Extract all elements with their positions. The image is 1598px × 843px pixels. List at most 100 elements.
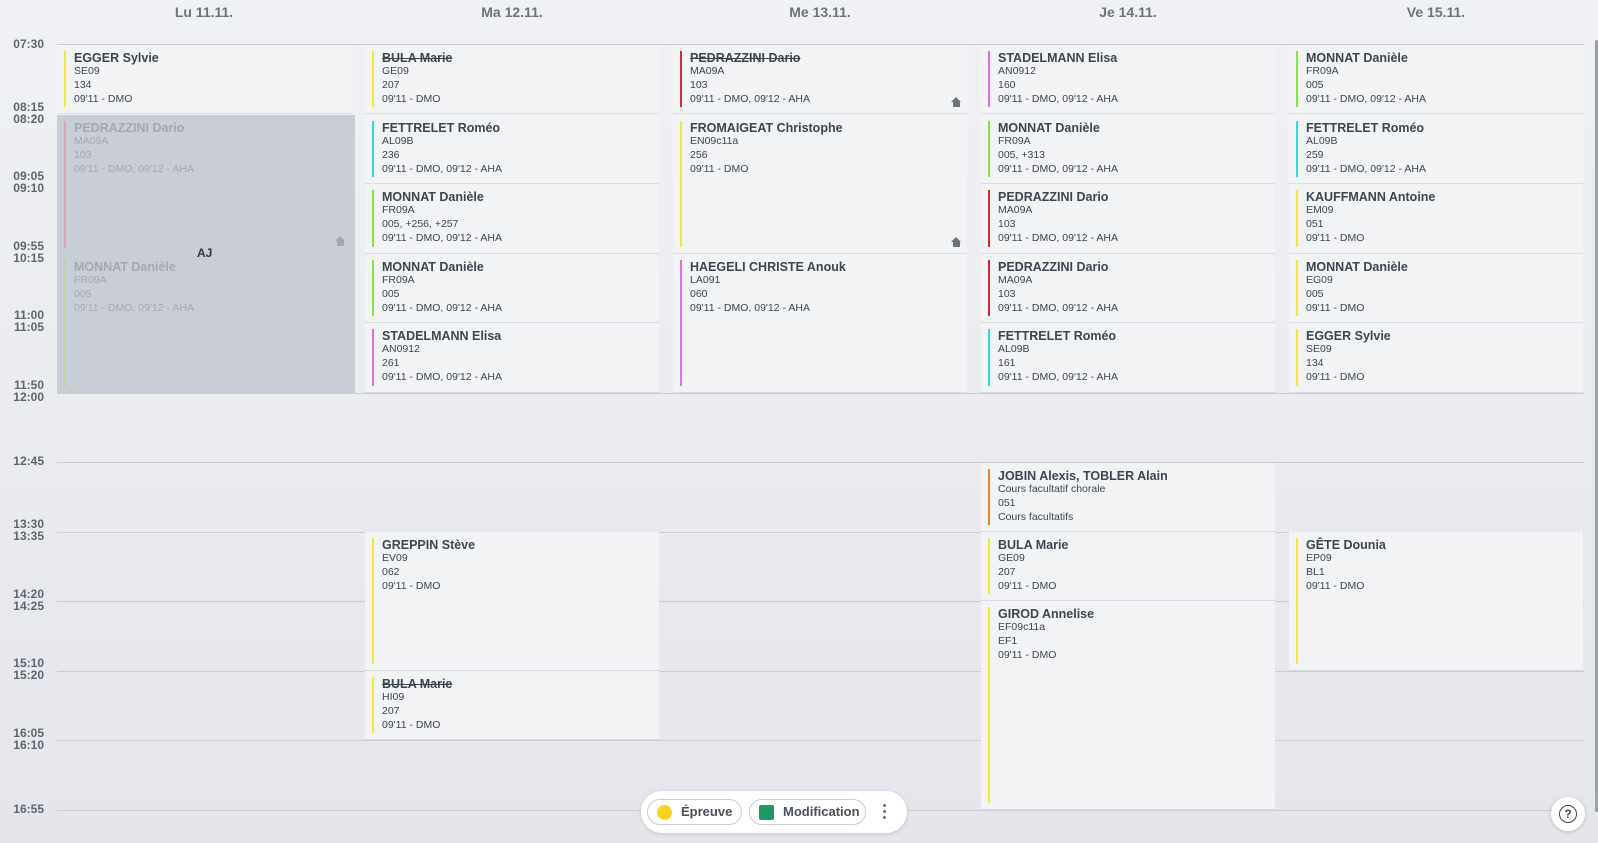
room: 103 xyxy=(998,288,1016,300)
teacher-name: FROMAIGEAT Christophe xyxy=(690,121,843,135)
lesson-color-bar xyxy=(988,329,990,386)
lesson-card[interactable]: MONNAT Danièle FR09A 005 09'11 - DMO, 09… xyxy=(365,254,659,323)
class-code: FR09A xyxy=(1306,65,1339,77)
room: 259 xyxy=(1306,149,1324,161)
lesson-color-bar xyxy=(372,121,374,177)
room: 051 xyxy=(1306,218,1324,230)
teacher-name: PEDRAZZINI Dario xyxy=(690,51,801,65)
lesson-card[interactable]: GIROD Annelise EF09c11a EF1 09'11 - DMO xyxy=(981,601,1275,810)
lesson-card[interactable]: KAUFFMANN Antoine EM09 051 09'11 - DMO xyxy=(1289,184,1583,254)
room: EF1 xyxy=(998,635,1018,647)
class-code: EP09 xyxy=(1306,552,1332,564)
lesson-info: 09'11 - DMO, 09'12 - AHA xyxy=(690,93,810,105)
class-code: AN0912 xyxy=(998,65,1036,77)
day-header-thu: Je 14.11. xyxy=(1099,4,1157,20)
teacher-name: STADELMANN Elisa xyxy=(998,51,1118,65)
lesson-card[interactable]: FETTRELET Roméo AL09B 161 09'11 - DMO, 0… xyxy=(981,323,1275,393)
class-code: EN09c11a xyxy=(690,135,739,147)
room: 207 xyxy=(382,705,400,717)
lesson-card[interactable]: BULA Marie GE09 207 09'11 - DMO xyxy=(981,532,1275,601)
lesson-color-bar xyxy=(988,51,990,107)
class-code: EV09 xyxy=(382,552,408,564)
lesson-card[interactable]: FROMAIGEAT Christophe EN09c11a 256 09'11… xyxy=(673,115,967,254)
lesson-info: 09'11 - DMO xyxy=(690,163,749,175)
room: 051 xyxy=(998,497,1016,509)
teacher-name: PEDRAZZINI Dario xyxy=(998,190,1109,204)
room: 005, +256, +257 xyxy=(382,218,459,230)
class-code: LA091 xyxy=(690,274,721,286)
room: 103 xyxy=(998,218,1016,230)
teacher-name: KAUFFMANN Antoine xyxy=(1306,190,1436,204)
lesson-info: 09'11 - DMO xyxy=(1306,580,1365,592)
lesson-card[interactable]: BULA Marie HI09 207 09'11 - DMO xyxy=(365,671,659,740)
class-code: HI09 xyxy=(382,691,405,703)
lesson-card[interactable]: MONNAT Danièle FR09A 005, +313 09'11 - D… xyxy=(981,115,1275,184)
teacher-name: FETTRELET Roméo xyxy=(1306,121,1425,135)
help-icon: ? xyxy=(1559,805,1577,823)
lesson-card[interactable]: EGGER Sylvie SE09 134 09'11 - DMO xyxy=(57,45,351,114)
lesson-card[interactable]: BULA Marie GE09 207 09'11 - DMO xyxy=(365,45,659,114)
lesson-card[interactable]: PEDRAZZINI Dario MA09A 103 09'11 - DMO, … xyxy=(981,184,1275,254)
time-label: 12:00 xyxy=(13,390,44,404)
teacher-name: GREPPIN Stève xyxy=(382,538,476,552)
lesson-card[interactable]: GREPPIN Stève EV09 062 09'11 - DMO xyxy=(365,532,659,671)
lesson-card[interactable]: FETTRELET Roméo AL09B 236 09'11 - DMO, 0… xyxy=(365,115,659,184)
room: 207 xyxy=(382,79,400,91)
teacher-name: EGGER Sylvie xyxy=(74,51,159,65)
lesson-card[interactable]: PEDRAZZINI Dario MA09A 103 09'11 - DMO, … xyxy=(981,254,1275,323)
time-label: 16:55 xyxy=(13,802,44,816)
lesson-info: 09'11 - DMO, 09'12 - AHA xyxy=(382,232,502,244)
class-code: EM09 xyxy=(1306,204,1334,216)
room: 005, +313 xyxy=(998,149,1046,161)
teacher-name: MONNAT Danièle xyxy=(1306,51,1408,65)
class-code: MA09A xyxy=(998,274,1033,286)
class-code: FR09A xyxy=(382,204,415,216)
room: 236 xyxy=(382,149,400,161)
lesson-card[interactable]: JOBIN Alexis, TOBLER Alain Cours faculta… xyxy=(981,463,1275,532)
lesson-card[interactable]: MONNAT Danièle FR09A 005, +256, +257 09'… xyxy=(365,184,659,254)
help-button[interactable]: ? xyxy=(1551,797,1585,831)
lesson-card[interactable]: STADELMANN Elisa AN0912 261 09'11 - DMO,… xyxy=(365,323,659,393)
lesson-color-bar xyxy=(988,469,990,525)
lesson-card[interactable]: PEDRAZZINI Dario MA09A 103 09'11 - DMO, … xyxy=(673,45,967,114)
lesson-color-bar xyxy=(1296,121,1298,177)
lesson-info: 09'11 - DMO, 09'12 - AHA xyxy=(382,371,502,383)
lesson-card[interactable]: FETTRELET Roméo AL09B 259 09'11 - DMO, 0… xyxy=(1289,115,1583,184)
teacher-name: PEDRAZZINI Dario xyxy=(998,260,1109,274)
lesson-color-bar xyxy=(1296,329,1298,386)
lesson-card[interactable]: MONNAT Danièle EG09 005 09'11 - DMO xyxy=(1289,254,1583,323)
lesson-color-bar xyxy=(372,677,374,733)
class-code: AL09B xyxy=(382,135,414,147)
room: 161 xyxy=(998,357,1016,369)
lesson-card[interactable]: PEDRAZZINI Dario MA09A 103 09'11 - DMO, … xyxy=(57,115,351,254)
day-header-fri: Ve 15.11. xyxy=(1406,4,1466,20)
more-vertical-icon[interactable] xyxy=(882,801,888,823)
lesson-color-bar xyxy=(988,607,990,803)
lesson-card[interactable]: MONNAT Danièle FR09A 005 09'11 - DMO, 09… xyxy=(1289,45,1583,114)
time-label: 16:10 xyxy=(13,738,44,752)
teacher-name: BULA Marie xyxy=(382,51,453,65)
class-code: Cours facultatif chorale xyxy=(998,483,1106,495)
modification-square-icon xyxy=(759,805,774,820)
room: BL1 xyxy=(1306,566,1325,578)
exam-filter-chip[interactable]: Épreuve xyxy=(647,799,742,825)
lesson-info: 09'11 - DMO xyxy=(382,93,441,105)
room: 005 xyxy=(1306,79,1324,91)
room: 005 xyxy=(74,288,92,300)
modification-filter-chip[interactable]: Modification xyxy=(749,799,866,825)
lesson-color-bar xyxy=(680,260,682,386)
lesson-card[interactable]: GÊTE Dounia EP09 BL1 09'11 - DMO xyxy=(1289,532,1583,671)
class-code: AN0912 xyxy=(382,343,420,355)
lesson-color-bar xyxy=(372,538,374,664)
lesson-card[interactable]: HAEGELI CHRISTE Anouk LA091 060 09'11 - … xyxy=(673,254,967,393)
lesson-color-bar xyxy=(372,329,374,386)
teacher-name: GIROD Annelise xyxy=(998,607,1095,621)
lesson-card[interactable]: MONNAT Danièle FR09A 005 09'11 - DMO, 09… xyxy=(57,254,351,393)
lesson-info: 09'11 - DMO, 09'12 - AHA xyxy=(998,93,1118,105)
lesson-card[interactable]: EGGER Sylvie SE09 134 09'11 - DMO xyxy=(1289,323,1583,393)
class-code: FR09A xyxy=(74,274,107,286)
lesson-card[interactable]: STADELMANN Elisa AN0912 160 09'11 - DMO,… xyxy=(981,45,1275,114)
legend-bar: Épreuve Modification xyxy=(641,791,907,833)
teacher-name: FETTRELET Roméo xyxy=(382,121,501,135)
lesson-info: 09'11 - DMO xyxy=(998,649,1057,661)
